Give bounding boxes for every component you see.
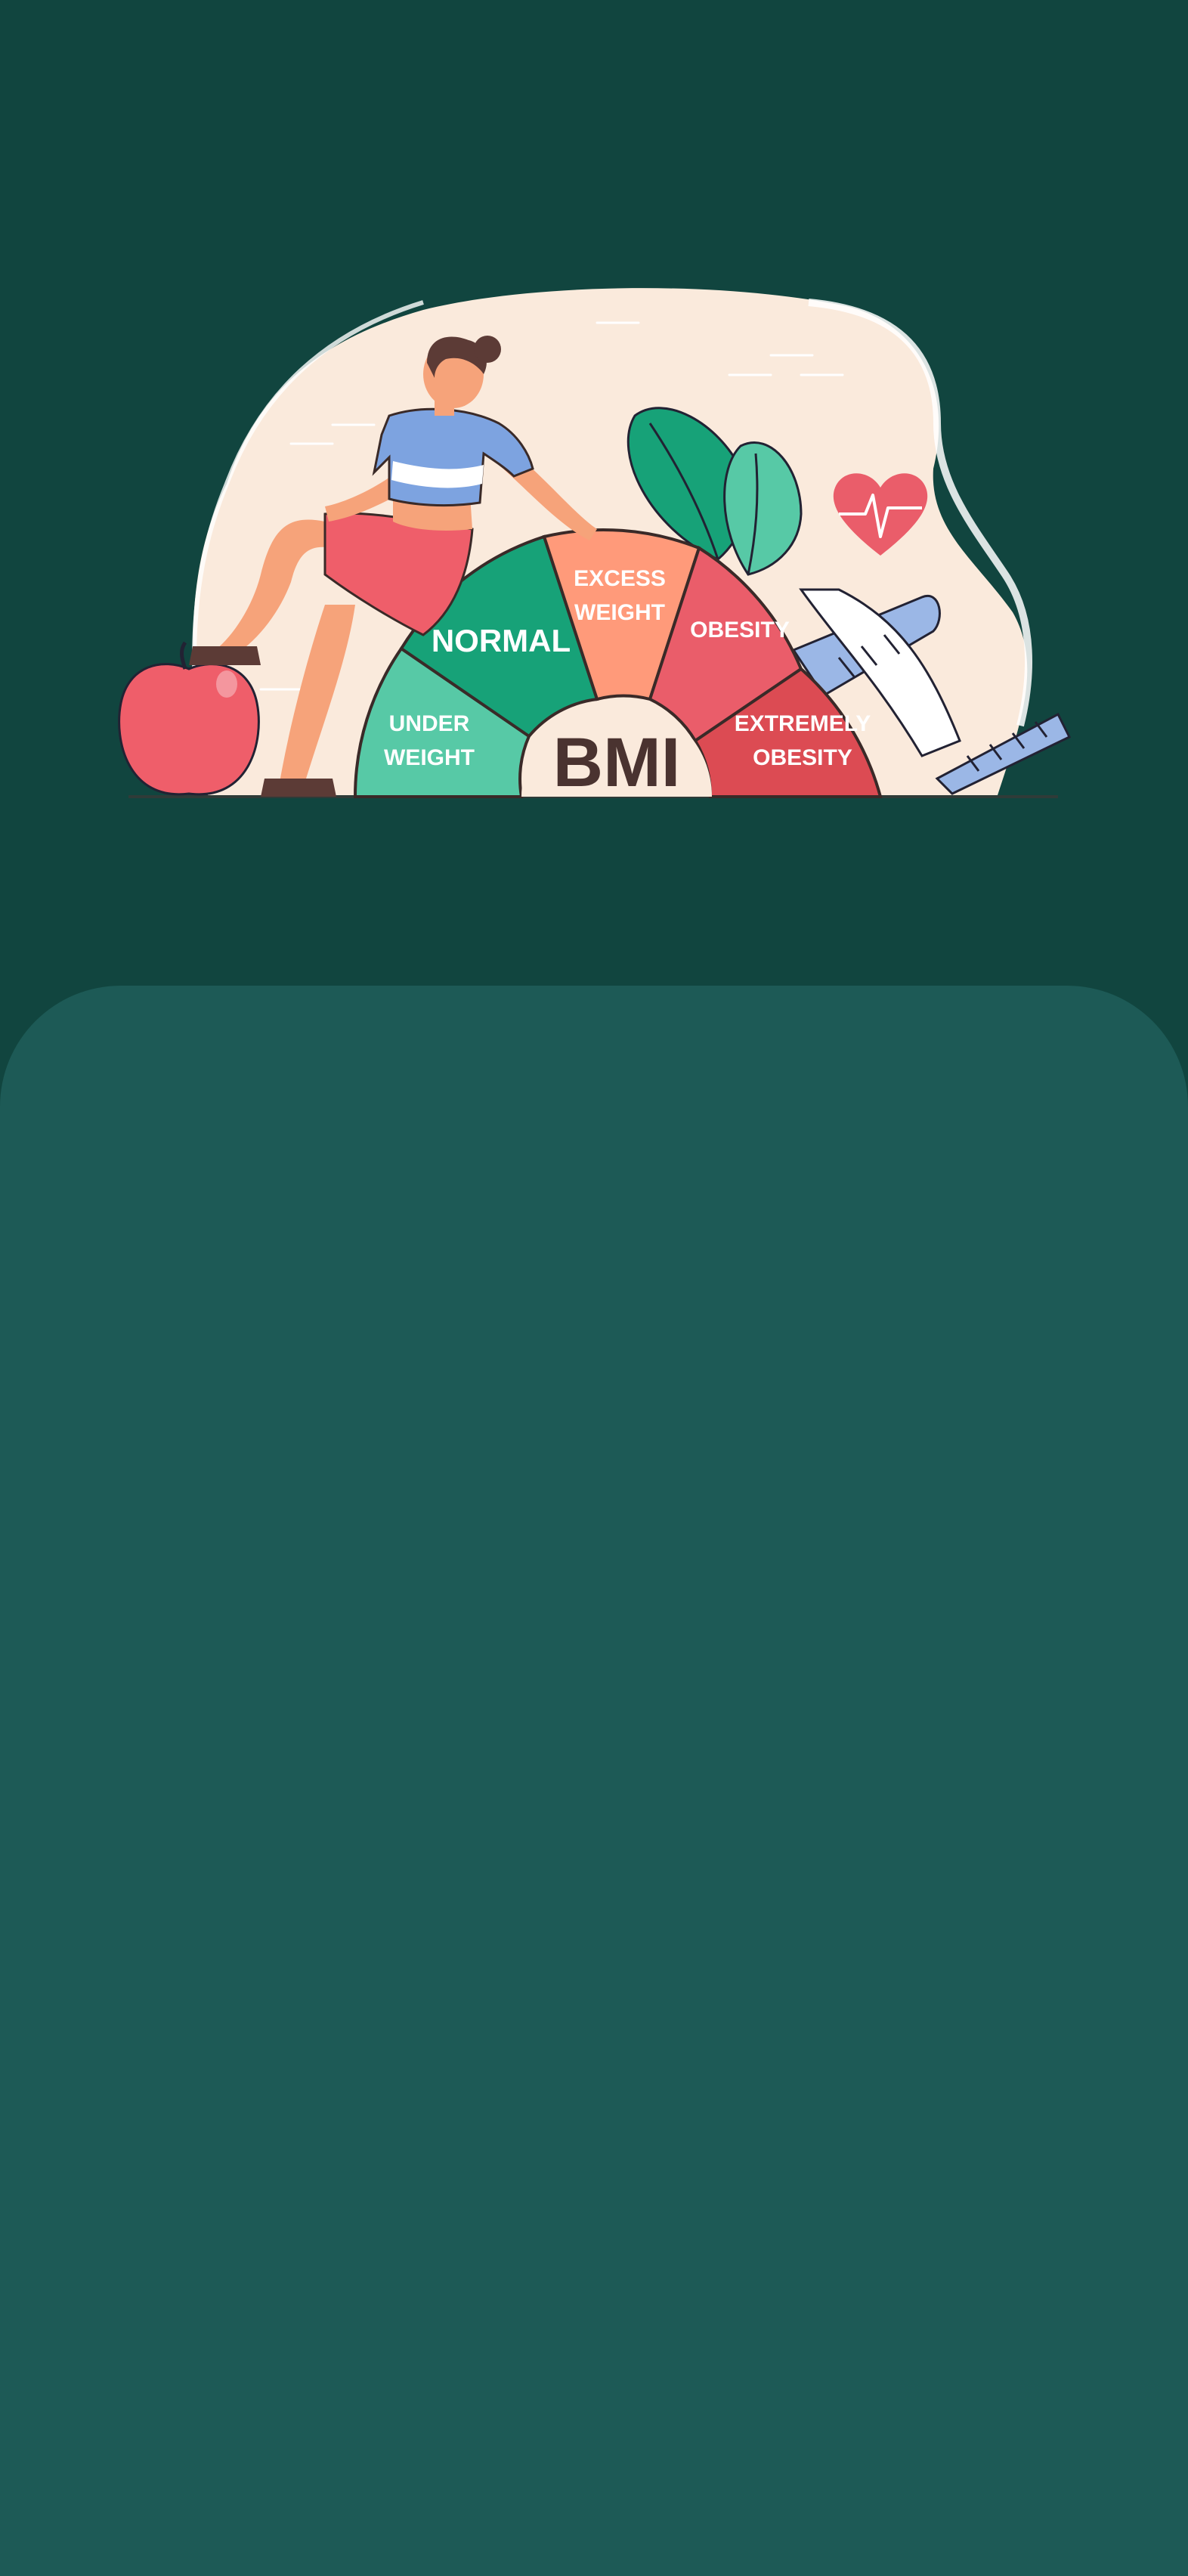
label-extremely-line2: OBESITY <box>753 745 852 770</box>
label-extremely-line1: EXTREMELY <box>735 711 871 736</box>
label-under-line1: UNDER <box>389 711 470 736</box>
label-obesity: OBESITY <box>690 618 790 642</box>
label-normal: NORMAL <box>432 623 571 658</box>
bottom-sheet <box>0 986 1188 2576</box>
label-excess-line1: EXCESS <box>574 566 666 591</box>
label-excess-line2: WEIGHT <box>574 600 665 625</box>
bmi-hero-illustration: UNDER WEIGHT NORMAL EXCESS WEIGHT OBESIT… <box>0 0 1188 986</box>
label-under-line2: WEIGHT <box>384 745 475 770</box>
label-bmi: BMI <box>553 724 681 801</box>
